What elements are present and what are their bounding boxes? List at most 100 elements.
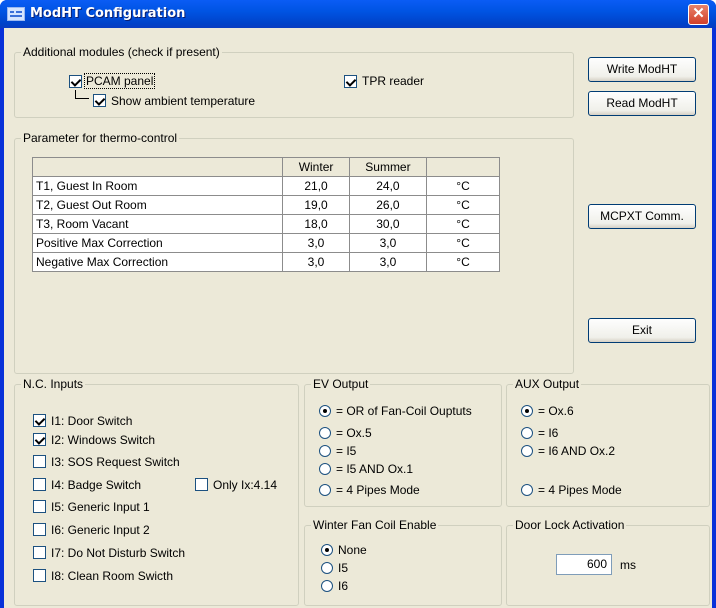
thermo-summer-cell[interactable]: 3,0 [348, 233, 428, 253]
ev-output-group: EV Output = OR of Fan-Coil Ouptuts = Ox.5… [304, 377, 502, 507]
winter-fan-option-label: I5 [338, 561, 349, 575]
nc-input-label: I6: Generic Input 2 [51, 523, 150, 537]
nc-inputs-label: N.C. Inputs [21, 377, 86, 391]
ev-output-option-label: = 4 Pipes Mode [336, 483, 420, 497]
nc-inputs-group: N.C. Inputs I1: Door Switch I2: Windows S… [14, 377, 299, 606]
nc-input-label: I5: Generic Input 1 [51, 500, 150, 514]
aux-output-group: AUX Output = Ox.6 = I6 = I6 AND Ox.2 = 4 Pi… [506, 377, 710, 507]
app-icon [7, 7, 25, 21]
aux-output-option-label: = 4 Pipes Mode [538, 483, 622, 497]
ev-output-option-label: = OR of Fan-Coil Ouptuts [336, 404, 472, 418]
ev-output-option-label: = I5 AND Ox.1 [336, 462, 414, 476]
ev-output-option-label: = Ox.5 [336, 426, 372, 440]
tree-connector [75, 90, 89, 99]
thermo-param-name: T3, Room Vacant [31, 214, 284, 234]
thermo-winter-cell[interactable]: 19,0 [282, 195, 350, 215]
thermo-column-header [31, 157, 284, 177]
door-lock-label: Door Lock Activation [513, 518, 627, 532]
nc-input-label: I3: SOS Request Switch [51, 455, 180, 469]
ev-output-option-label: = I5 [336, 444, 357, 458]
winter-fan-option-label: I6 [338, 579, 349, 593]
thermo-unit-cell: °C [426, 252, 500, 272]
thermo-winter-cell[interactable]: 21,0 [282, 176, 350, 196]
tpr-reader-checkbox[interactable] [344, 75, 357, 88]
thermo-control-label: Parameter for thermo-control [21, 131, 180, 145]
thermo-param-name: Positive Max Correction [31, 233, 284, 253]
thermo-param-name: Negative Max Correction [31, 252, 284, 272]
nc-input-label: I1: Door Switch [51, 414, 133, 428]
winter-fan-group: Winter Fan Coil Enable None I5 I6 [304, 518, 502, 606]
thermo-row: T1, Guest In Room 21,0 24,0 °C [31, 176, 500, 196]
thermo-winter-cell[interactable]: 3,0 [282, 233, 350, 253]
pcam-panel-checkbox[interactable] [69, 75, 82, 88]
aux-output-option-label: = I6 [538, 426, 559, 440]
nc-input-checkbox[interactable] [33, 478, 46, 491]
pcam-panel-label: PCAM panel [83, 73, 156, 89]
ev-output-label: EV Output [311, 377, 371, 391]
thermo-winter-cell[interactable]: 18,0 [282, 214, 350, 234]
thermo-unit-cell: °C [426, 176, 500, 196]
write-modht-button[interactable]: Write ModHT [588, 57, 696, 82]
ev-output-radio[interactable] [319, 463, 331, 475]
thermo-control-group: Parameter for thermo-control Winter Summe… [14, 131, 574, 374]
door-lock-group: Door Lock Activation 600 ms [506, 518, 710, 606]
close-button[interactable]: ✕ [688, 4, 709, 25]
thermo-row: T3, Room Vacant 18,0 30,0 °C [31, 214, 500, 234]
thermo-header-row: Winter Summer [31, 157, 500, 177]
thermo-summer-cell[interactable]: 26,0 [348, 195, 428, 215]
thermo-row: Negative Max Correction 3,0 3,0 °C [31, 252, 500, 272]
nc-input-checkbox[interactable] [33, 500, 46, 513]
ev-output-radio[interactable] [319, 484, 331, 496]
modht-config-window: ModHT Configuration ✕ Additional modules… [0, 0, 716, 608]
only-ix-label: Only Ix:4.14 [213, 478, 278, 492]
ambient-temp-checkbox[interactable] [93, 94, 106, 107]
dialog-client-area: Additional modules (check if present) PC… [4, 28, 712, 608]
thermo-summer-cell[interactable]: 30,0 [348, 214, 428, 234]
nc-input-checkbox[interactable] [33, 569, 46, 582]
title-bar[interactable]: ModHT Configuration ✕ [0, 0, 716, 28]
thermo-column-header [426, 157, 500, 177]
nc-input-label: I7: Do Not Disturb Switch [51, 546, 186, 560]
aux-output-option-label: = I6 AND Ox.2 [538, 444, 616, 458]
nc-input-checkbox[interactable] [33, 414, 46, 427]
aux-output-radio[interactable] [521, 427, 533, 439]
aux-output-label: AUX Output [513, 377, 582, 391]
thermo-column-header: Winter [282, 157, 350, 177]
door-lock-unit: ms [620, 558, 636, 572]
door-lock-ms-input[interactable]: 600 [556, 554, 612, 575]
tpr-reader-label: TPR reader [362, 74, 425, 88]
aux-output-radio[interactable] [521, 484, 533, 496]
winter-fan-option-label: None [338, 543, 367, 557]
winter-fan-radio[interactable] [321, 562, 333, 574]
thermo-unit-cell: °C [426, 195, 500, 215]
winter-fan-label: Winter Fan Coil Enable [311, 518, 439, 532]
winter-fan-radio[interactable] [321, 580, 333, 592]
nc-input-checkbox[interactable] [33, 546, 46, 559]
nc-input-label: I4: Badge Switch [51, 478, 142, 492]
thermo-unit-cell: °C [426, 233, 500, 253]
read-modht-button[interactable]: Read ModHT [588, 91, 696, 116]
ambient-temp-label: Show ambient temperature [111, 94, 256, 108]
ev-output-radio[interactable] [319, 427, 331, 439]
window-title: ModHT Configuration [30, 6, 186, 21]
aux-output-radio[interactable] [521, 445, 533, 457]
nc-input-checkbox[interactable] [33, 433, 46, 446]
ev-output-radio[interactable] [319, 405, 331, 417]
winter-fan-radio[interactable] [321, 544, 333, 556]
thermo-table: Winter Summer T1, Guest In Room 21,0 24,0 °C T… [31, 157, 500, 272]
exit-button[interactable]: Exit [588, 318, 696, 343]
nc-input-checkbox[interactable] [33, 455, 46, 468]
aux-output-option-label: = Ox.6 [538, 404, 574, 418]
ev-output-radio[interactable] [319, 445, 331, 457]
nc-input-checkbox[interactable] [33, 523, 46, 536]
thermo-row: Positive Max Correction 3,0 3,0 °C [31, 233, 500, 253]
nc-input-label: I2: Windows Switch [51, 433, 156, 447]
thermo-summer-cell[interactable]: 24,0 [348, 176, 428, 196]
thermo-winter-cell[interactable]: 3,0 [282, 252, 350, 272]
thermo-param-name: T1, Guest In Room [31, 176, 284, 196]
only-ix-checkbox[interactable] [195, 478, 208, 491]
mcpxt-comm-button[interactable]: MCPXT Comm. [588, 204, 696, 229]
aux-output-radio[interactable] [521, 405, 533, 417]
thermo-summer-cell[interactable]: 3,0 [348, 252, 428, 272]
additional-modules-label: Additional modules (check if present) [21, 45, 222, 59]
